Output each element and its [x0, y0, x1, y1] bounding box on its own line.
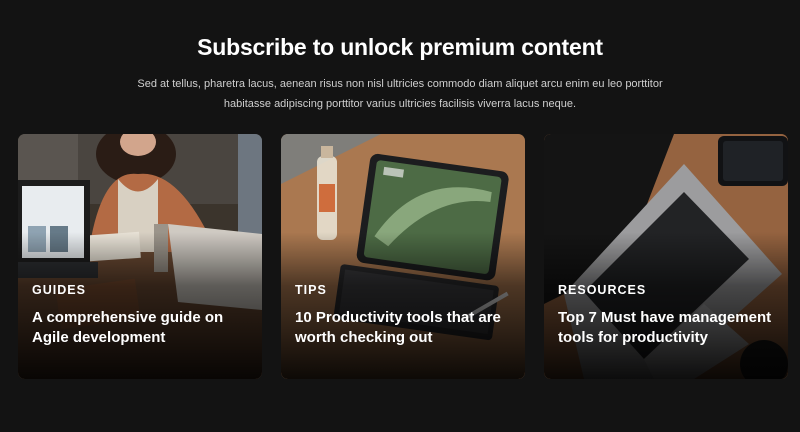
card-tips[interactable]: TIPS 10 Productivity tools that are wort…	[281, 134, 525, 379]
card-tips-category: TIPS	[295, 283, 327, 297]
card-resources[interactable]: RESOURCES Top 7 Must have management too…	[544, 134, 788, 379]
card-resources-category: RESOURCES	[558, 283, 647, 297]
card-guides[interactable]: GUIDES A comprehensive guide on Agile de…	[18, 134, 262, 379]
page-title: Subscribe to unlock premium content	[197, 34, 603, 60]
page-description: Sed at tellus, pharetra lacus, aenean ri…	[137, 78, 663, 110]
card-resources-title[interactable]: Top 7 Must have management tools for pro…	[558, 308, 780, 348]
card-guides-category: GUIDES	[32, 283, 86, 297]
card-guides-title[interactable]: A comprehensive guide on Agile developme…	[32, 308, 254, 348]
card-tips-title[interactable]: 10 Productivity tools that are worth che…	[295, 308, 517, 348]
